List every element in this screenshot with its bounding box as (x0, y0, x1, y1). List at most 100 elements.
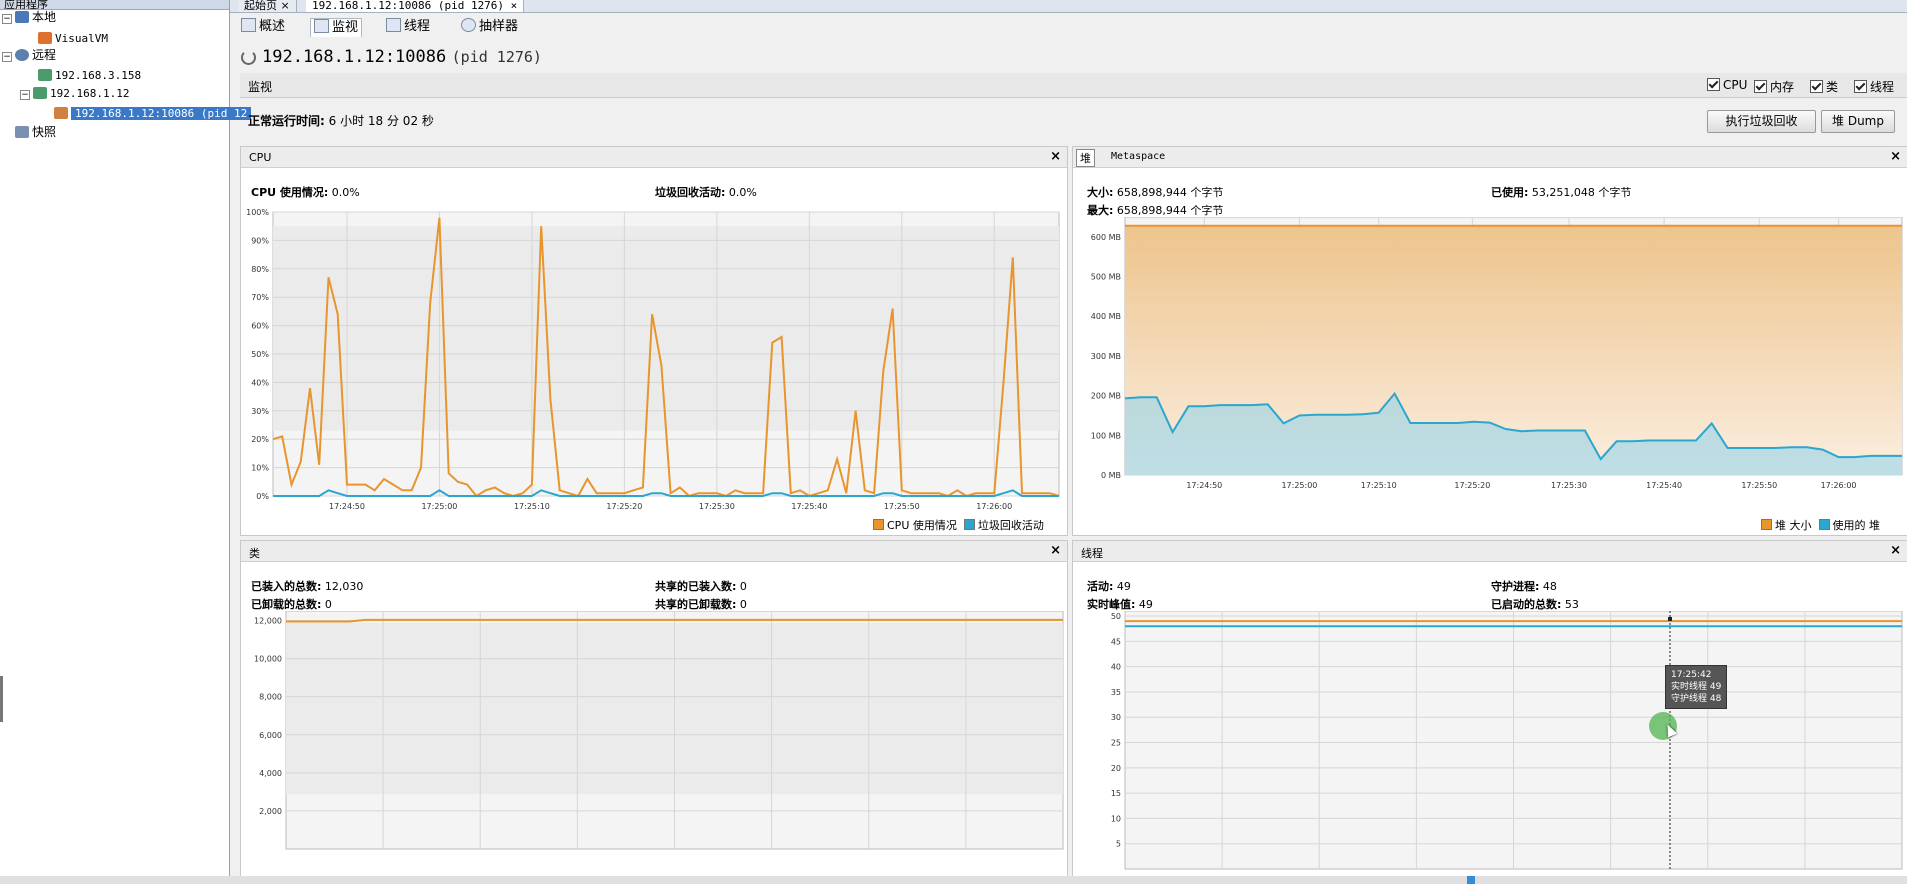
x-tick-label: 17:26:00 (1821, 481, 1857, 490)
heap-panel: 堆 Metaspace × 大小: 658,898,944 个字节 最大: 65… (1072, 146, 1907, 536)
y-tick-label: 30% (251, 407, 269, 416)
splitter-handle[interactable] (0, 676, 3, 722)
x-tick-label: 17:25:00 (1281, 481, 1317, 490)
y-tick-label: 40 (1111, 663, 1121, 672)
legend-swatch (1818, 519, 1830, 530)
y-tick-label: 200 MB (1091, 392, 1121, 401)
tab-heap[interactable]: 堆 (1076, 149, 1095, 167)
y-tick-label: 10,000 (254, 655, 282, 664)
overview-icon (241, 18, 256, 32)
x-tick-label: 17:25:20 (606, 502, 642, 511)
tab-connection[interactable]: 192.168.1.12:10086 (pid 1276) × (306, 0, 525, 12)
classes-checkbox[interactable]: 类 (1810, 78, 1838, 95)
remote-host-icon (38, 69, 52, 81)
tree-item-local[interactable]: − 本地 (2, 8, 56, 27)
started-threads-stat: 已启动的总数: 53 (1491, 598, 1579, 611)
collapse-icon[interactable]: − (2, 14, 12, 24)
classes-panel: 类 × 已装入的总数: 12,030 已卸载的总数: 0 共享的已装入数: 0 共… (240, 540, 1068, 882)
y-tick-label: 20% (251, 435, 269, 444)
cpu-usage-stat: CPU 使用情况: 0.0% (251, 186, 360, 199)
y-tick-label: 100 MB (1091, 431, 1121, 440)
y-tick-label: 0% (256, 492, 269, 501)
close-icon[interactable]: × (1050, 543, 1061, 558)
tab-metaspace[interactable]: Metaspace (1111, 151, 1165, 162)
x-tick-label: 17:25:10 (514, 502, 550, 511)
page-title: 192.168.1.12:10086 (pid 1276) (262, 47, 542, 67)
x-tick-label: 17:25:00 (421, 502, 457, 511)
tab-monitor[interactable]: 监视 (310, 18, 363, 37)
peak-threads-stat: 实时峰值: 49 (1087, 598, 1153, 611)
y-tick-label: 80% (251, 265, 269, 274)
tree-item-remote[interactable]: − 远程 (2, 46, 56, 65)
unloaded-classes-stat: 已卸载的总数: 0 (251, 598, 332, 611)
tab-threads[interactable]: 线程 (383, 18, 433, 36)
chart-tooltip: 17:25:42 实时线程 49 守护线程 48 (1665, 665, 1728, 709)
threads-checkbox[interactable]: 线程 (1854, 78, 1894, 95)
threads-panel: 线程 × 活动: 49 实时峰值: 49 守护进程: 48 已启动的总数: 53 … (1072, 540, 1907, 882)
editor-tab-strip: 起始页 × 192.168.1.12:10086 (pid 1276) × (230, 0, 1907, 13)
y-tick-label: 8,000 (259, 693, 282, 702)
y-tick-label: 25 (1111, 739, 1121, 748)
gc-activity-stat: 垃圾回收活动: 0.0% (655, 186, 757, 199)
y-tick-label: 90% (251, 236, 269, 245)
cpu-checkbox[interactable]: CPU (1707, 78, 1747, 92)
application-icon (38, 32, 52, 44)
plot-band (273, 226, 1059, 431)
close-icon[interactable]: × (1890, 543, 1901, 558)
checkbox-checked-icon (1854, 80, 1867, 93)
legend-swatch (963, 519, 975, 530)
legend-swatch (1761, 519, 1772, 530)
x-tick-label: 17:26:00 (976, 502, 1012, 511)
tab-start-page[interactable]: 起始页 × (238, 0, 297, 12)
tree-item-host-1-12[interactable]: −192.168.1.12 (20, 84, 129, 103)
collapse-icon[interactable]: − (20, 90, 30, 100)
close-icon[interactable]: × (1890, 149, 1901, 164)
y-tick-label: 300 MB (1091, 352, 1121, 361)
y-tick-label: 6,000 (259, 731, 282, 740)
y-tick-label: 15 (1111, 789, 1121, 798)
close-icon[interactable]: × (1050, 149, 1061, 164)
y-tick-label: 5 (1116, 840, 1121, 849)
checkbox-checked-icon (1754, 80, 1767, 93)
perform-gc-button[interactable]: 执行垃圾回收 (1707, 110, 1816, 133)
y-tick-label: 60% (251, 322, 269, 331)
tab-sampler[interactable]: 抽样器 (458, 18, 521, 36)
classes-panel-header: 类 × (241, 541, 1067, 562)
jmx-icon (54, 107, 68, 119)
threads-panel-header: 线程 × (1073, 541, 1907, 562)
tab-overview[interactable]: 概述 (238, 18, 288, 36)
y-tick-label: 50 (1111, 612, 1121, 621)
tree-item-jmx-connection[interactable]: 192.168.1.12:10086 (pid 12 (54, 104, 252, 123)
cpu-chart: 0% 10% 20% 30% 40% 50% 60% 70% 80% 90% 100% 17:24:5… (246, 208, 1060, 511)
y-tick-label: 70% (251, 293, 269, 302)
snapshot-icon (15, 126, 29, 138)
monitor-label: 监视 (248, 80, 273, 94)
remote-host-icon (33, 87, 47, 99)
checkbox-checked-icon (1810, 80, 1823, 93)
y-tick-label: 40% (251, 378, 269, 387)
y-tick-label: 20 (1111, 764, 1121, 773)
heap-max-stat: 最大: 658,898,944 个字节 (1087, 204, 1224, 217)
uptime: 正常运行时间: 6 小时 18 分 02 秒 (248, 114, 434, 128)
x-tick-label: 17:25:10 (1361, 481, 1397, 490)
y-tick-label: 45 (1111, 637, 1121, 646)
heap-used-stat: 已使用: 53,251,048 个字节 (1491, 186, 1632, 199)
tree-item-host-3-158[interactable]: 192.168.3.158 (38, 66, 141, 85)
scroll-indicator[interactable] (1467, 876, 1475, 884)
heap-size-stat: 大小: 658,898,944 个字节 (1087, 186, 1224, 199)
tree-item-snapshots[interactable]: 快照 (2, 123, 56, 142)
y-tick-label: 35 (1111, 688, 1121, 697)
classes-chart: 2,000 4,000 6,000 8,000 10,000 12,000 (254, 611, 1064, 850)
monitor-icon (314, 19, 329, 33)
live-threads-stat: 活动: 49 (1087, 580, 1131, 593)
collapse-icon[interactable]: − (2, 52, 12, 62)
memory-checkbox[interactable]: 内存 (1754, 78, 1794, 95)
y-tick-label: 400 MB (1091, 312, 1121, 321)
x-tick-label: 17:25:20 (1454, 481, 1490, 490)
heap-dump-button[interactable]: 堆 Dump (1821, 110, 1895, 133)
y-tick-label: 10 (1111, 814, 1121, 823)
x-tick-label: 17:24:50 (1186, 481, 1222, 490)
legend-swatch (873, 519, 884, 530)
y-tick-label: 100% (246, 208, 269, 217)
x-tick-label: 17:25:50 (884, 502, 920, 511)
